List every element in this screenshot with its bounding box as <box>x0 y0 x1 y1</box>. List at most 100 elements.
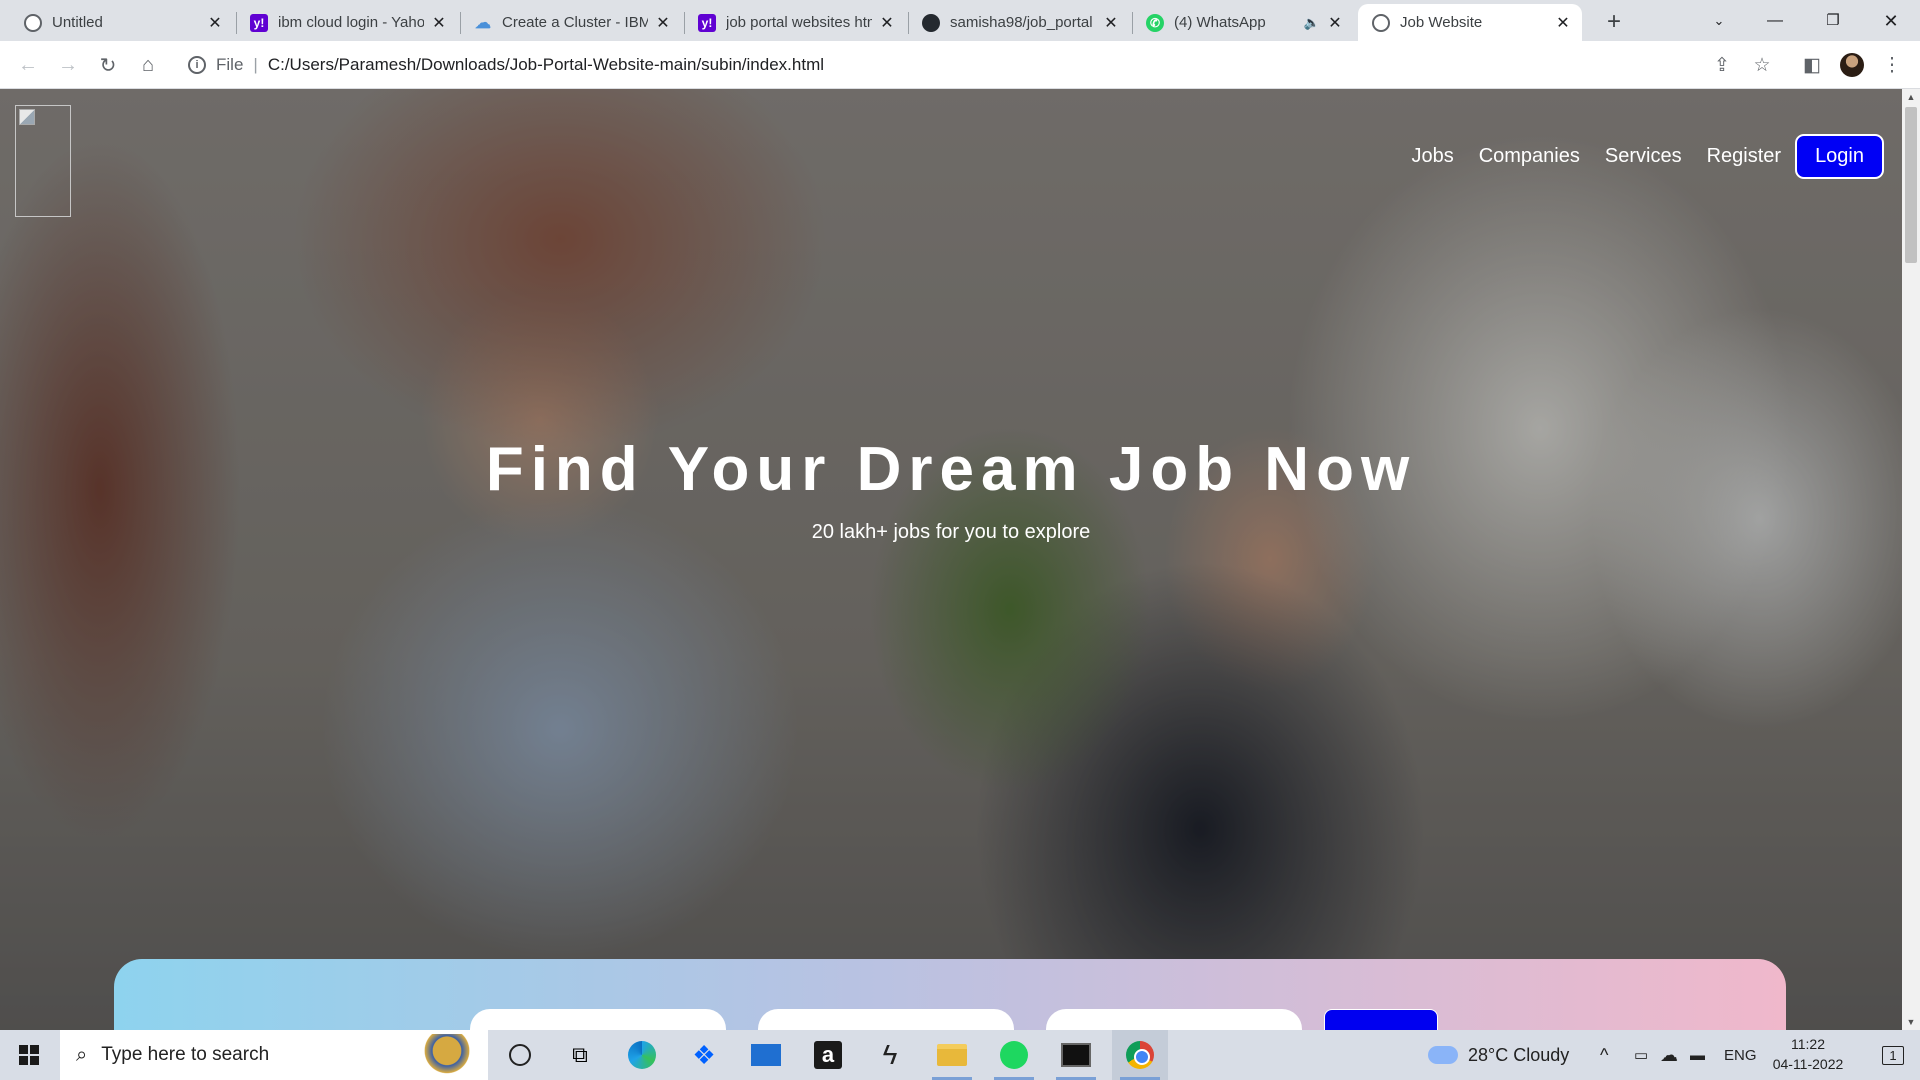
nav-link-register[interactable]: Register <box>1707 145 1781 168</box>
window-close-icon[interactable]: ✕ <box>1868 6 1914 36</box>
terminal-icon[interactable] <box>1048 1030 1104 1080</box>
onedrive-cloud-icon[interactable]: ☁ <box>1660 1030 1678 1080</box>
close-icon[interactable]: ✕ <box>654 14 672 32</box>
speaker-icon[interactable]: 🔈 <box>1304 15 1320 31</box>
tab-title: Create a Cluster - IBM <box>502 14 648 31</box>
cortana-icon[interactable] <box>492 1030 548 1080</box>
close-icon[interactable]: ✕ <box>1326 14 1344 32</box>
clock-date: 04-11-2022 <box>1772 1056 1844 1072</box>
minimize-icon[interactable]: — <box>1752 6 1798 36</box>
url-divider: | <box>253 55 258 74</box>
address-bar[interactable]: i File | C:/Users/Paramesh/Downloads/Job… <box>174 47 1774 83</box>
yahoo-icon: y! <box>250 13 268 32</box>
globe-icon <box>1372 13 1390 32</box>
nav-link-services[interactable]: Services <box>1605 145 1682 168</box>
bolt-app-icon[interactable]: ϟ <box>862 1030 918 1080</box>
page-scrollbar[interactable]: ▲ ▼ <box>1902 89 1920 1030</box>
tab-search-chevron-icon[interactable]: ⌄ <box>1696 6 1742 36</box>
tab-title: (4) WhatsApp <box>1174 14 1266 31</box>
weather-widget[interactable]: 28°C Cloudy <box>1428 1030 1569 1080</box>
login-button[interactable]: Login <box>1795 134 1884 179</box>
taskbar-search-placeholder: Type here to search <box>101 1044 270 1065</box>
chrome-icon[interactable] <box>1112 1030 1168 1080</box>
amazon-icon[interactable]: a <box>800 1030 856 1080</box>
tab-job-website[interactable]: Job Website ✕ <box>1358 4 1582 41</box>
tab-ibm-cloud-login[interactable]: y! ibm cloud login - Yahoo ✕ <box>236 4 458 41</box>
notification-count: 1 <box>1882 1045 1904 1065</box>
scroll-up-icon[interactable]: ▲ <box>1902 89 1920 105</box>
close-icon[interactable]: ✕ <box>1102 14 1120 32</box>
tab-whatsapp[interactable]: ✆ (4) WhatsApp 🔈 ✕ <box>1132 4 1354 41</box>
tab-create-cluster[interactable]: ☁ Create a Cluster - IBM ✕ <box>460 4 682 41</box>
scrollbar-thumb[interactable] <box>1905 107 1917 263</box>
tab-untitled[interactable]: Untitled ✕ <box>10 4 234 41</box>
url-text[interactable]: C:/Users/Paramesh/Downloads/Job-Portal-W… <box>268 55 824 75</box>
search-field-2[interactable] <box>758 1009 1014 1030</box>
show-hidden-icons-chevron[interactable]: ^ <box>1600 1030 1608 1080</box>
broken-logo-image[interactable] <box>15 105 71 217</box>
edge-icon[interactable] <box>614 1030 670 1080</box>
mail-icon[interactable] <box>738 1030 794 1080</box>
back-icon[interactable]: ← <box>14 51 42 79</box>
dropbox-icon[interactable]: ❖ <box>676 1030 732 1080</box>
yahoo-icon: y! <box>698 13 716 32</box>
main-nav: Jobs Companies Services Register Login <box>1386 134 1884 179</box>
weather-text: 28°C Cloudy <box>1468 1044 1570 1065</box>
taskbar-search-box[interactable]: ⌕ Type here to search <box>60 1030 488 1080</box>
tab-github-repo[interactable]: samisha98/job_portal ✕ <box>908 4 1130 41</box>
hero-title: Find Your Dream Job Now <box>485 435 1417 504</box>
nav-link-companies[interactable]: Companies <box>1479 145 1580 168</box>
bookmark-star-icon[interactable]: ☆ <box>1748 51 1776 79</box>
nav-link-jobs[interactable]: Jobs <box>1411 145 1453 168</box>
cloud-weather-icon <box>1428 1046 1458 1064</box>
hero-overlay <box>0 89 1902 1030</box>
language-indicator[interactable]: ENG <box>1724 1030 1757 1080</box>
share-icon[interactable]: ⇪ <box>1708 51 1736 79</box>
new-tab-button[interactable]: + <box>1600 8 1628 36</box>
search-panel <box>114 959 1786 1030</box>
close-icon[interactable]: ✕ <box>1554 14 1572 32</box>
restore-icon[interactable]: ❐ <box>1810 6 1856 36</box>
notification-center-icon[interactable]: 1 <box>1866 1030 1920 1080</box>
spotify-icon[interactable] <box>986 1030 1042 1080</box>
home-icon[interactable]: ⌂ <box>134 51 162 79</box>
windows-taskbar: ⌕ Type here to search ⧉ ❖ a ϟ 28°C Cloud… <box>0 1030 1920 1080</box>
close-icon[interactable]: ✕ <box>878 14 896 32</box>
search-highlight-image <box>416 1034 478 1076</box>
browser-tab-strip: Untitled ✕ y! ibm cloud login - Yahoo ✕ … <box>0 0 1920 41</box>
battery-icon[interactable]: ▬ <box>1690 1030 1705 1080</box>
url-scheme: File <box>216 55 244 74</box>
meet-now-icon[interactable]: ▭ <box>1634 1030 1648 1080</box>
hero-subtitle: 20 lakh+ jobs for you to explore <box>811 521 1091 543</box>
globe-icon <box>24 13 42 32</box>
whatsapp-icon: ✆ <box>1146 13 1164 32</box>
cloud-icon: ☁ <box>475 14 491 32</box>
close-icon[interactable]: ✕ <box>206 14 224 32</box>
info-icon[interactable]: i <box>188 56 206 74</box>
close-icon[interactable]: ✕ <box>430 14 448 32</box>
tab-job-portal-websites[interactable]: y! job portal websites html ✕ <box>684 4 906 41</box>
tab-title: Untitled <box>52 14 103 31</box>
search-icon: ⌕ <box>76 1043 88 1066</box>
start-button[interactable] <box>0 1030 58 1080</box>
search-button[interactable] <box>1324 1009 1438 1030</box>
tab-title: Job Website <box>1400 14 1483 31</box>
browser-toolbar: ← → ↻ ⌂ i File | C:/Users/Paramesh/Downl… <box>0 41 1920 89</box>
clock-time: 11:22 <box>1791 1036 1825 1052</box>
tab-title: samisha98/job_portal <box>950 14 1093 31</box>
search-field-3[interactable] <box>1046 1009 1302 1030</box>
forward-icon[interactable]: → <box>54 51 82 79</box>
system-clock[interactable]: 11:22 04-11-2022 <box>1762 1034 1854 1074</box>
tab-title: ibm cloud login - Yahoo <box>278 14 424 31</box>
profile-avatar[interactable] <box>1838 51 1866 79</box>
search-field-1[interactable] <box>470 1009 726 1030</box>
task-view-icon[interactable]: ⧉ <box>552 1030 608 1080</box>
reload-icon[interactable]: ↻ <box>94 51 122 79</box>
github-icon <box>922 13 940 32</box>
page-viewport: Jobs Companies Services Register Login F… <box>0 89 1902 1030</box>
windows-logo-icon <box>19 1045 39 1065</box>
scroll-down-icon[interactable]: ▼ <box>1902 1014 1920 1030</box>
side-panel-icon[interactable]: ◧ <box>1798 51 1826 79</box>
menu-kebab-icon[interactable]: ⋮ <box>1878 51 1906 79</box>
file-explorer-icon[interactable] <box>924 1030 980 1080</box>
